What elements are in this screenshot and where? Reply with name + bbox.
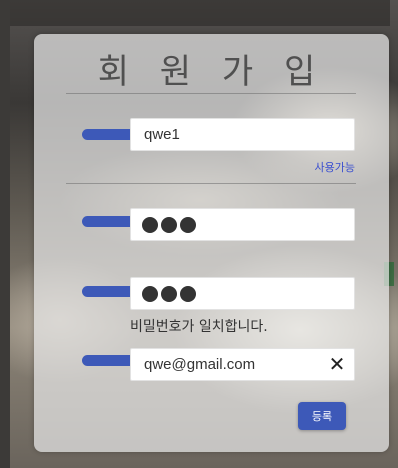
id-availability-status: 사용가능 xyxy=(314,161,355,174)
id-field-marker xyxy=(82,129,132,140)
password-confirm-mask xyxy=(142,283,196,305)
email-field[interactable]: qwe@gmail.com ✕ xyxy=(130,348,355,381)
signup-panel: 회 원 가 입 qwe1 사용가능 비밀번호가 일치합니다. qwe@gmail… xyxy=(34,34,389,452)
email-field-value: qwe@gmail.com xyxy=(144,356,256,373)
password-confirm-field-marker xyxy=(82,286,132,297)
close-icon[interactable]: ✕ xyxy=(326,353,348,375)
section-divider xyxy=(66,183,356,184)
background-left-edge xyxy=(0,0,10,468)
page-title: 회 원 가 입 xyxy=(97,52,326,92)
password-match-message: 비밀번호가 일치합니다. xyxy=(130,319,268,335)
password-field[interactable] xyxy=(130,208,355,241)
email-field-marker xyxy=(82,355,132,366)
password-field-marker xyxy=(82,216,132,227)
password-mask xyxy=(142,214,196,236)
id-field-value: qwe1 xyxy=(144,126,180,143)
id-field[interactable]: qwe1 xyxy=(130,118,355,151)
password-confirm-field[interactable] xyxy=(130,277,355,310)
submit-button[interactable]: 등록 xyxy=(298,402,346,430)
title-divider xyxy=(66,93,356,94)
background-top-band xyxy=(10,0,390,26)
